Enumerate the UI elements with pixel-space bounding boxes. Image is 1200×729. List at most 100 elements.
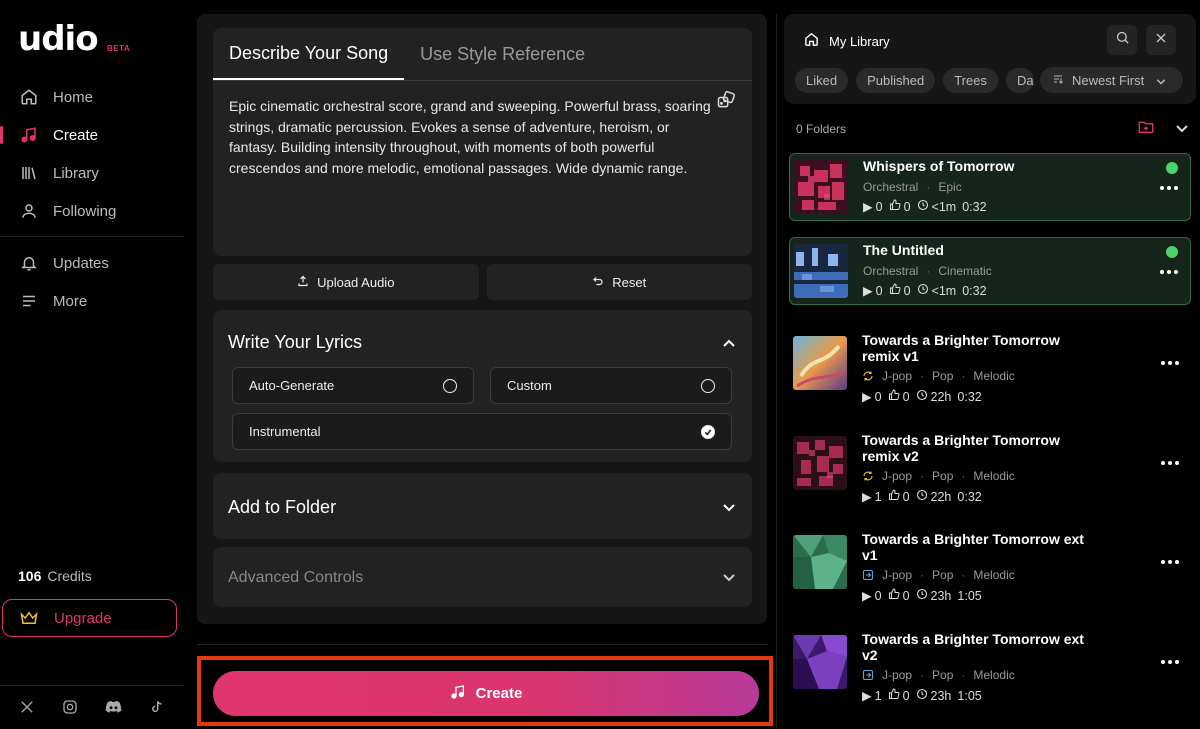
home-icon — [20, 88, 38, 106]
instagram-icon[interactable] — [61, 698, 79, 716]
search-button[interactable] — [1107, 25, 1137, 55]
library-track[interactable]: The Untitled Orchestral · Cinematic ▶ 0 0 … — [789, 237, 1191, 305]
x-icon[interactable] — [18, 698, 36, 716]
track-title[interactable]: The Untitled — [863, 242, 1093, 259]
extend-icon — [862, 669, 874, 681]
track-tag[interactable]: Pop — [932, 469, 953, 483]
radio-unchecked[interactable] — [443, 378, 457, 393]
track-tag[interactable]: Melodic — [973, 469, 1014, 483]
sort-dropdown[interactable]: Newest First — [1040, 67, 1183, 93]
chevron-down-icon[interactable] — [722, 501, 736, 515]
track-tag[interactable]: J-pop — [882, 668, 912, 682]
track-tag[interactable]: Pop — [932, 568, 953, 582]
lyrics-option-custom[interactable]: Custom — [490, 367, 732, 404]
track-tag[interactable]: J-pop — [882, 469, 912, 483]
upload-audio-button[interactable]: Upload Audio — [213, 264, 479, 300]
track-tags: Orchestral · Epic — [863, 180, 962, 194]
person-icon — [20, 202, 38, 220]
track-title[interactable]: Towards a Brighter Tomorrow remix v1 — [862, 332, 1092, 364]
more-options-icon[interactable] — [1161, 460, 1179, 466]
create-button[interactable]: Create — [213, 671, 759, 716]
new-folder-icon[interactable] — [1138, 120, 1154, 137]
more-options-icon[interactable] — [1161, 659, 1179, 665]
credits-count: 106 — [18, 568, 42, 584]
more-options-icon[interactable] — [1161, 559, 1179, 565]
lyrics-section: Write Your Lyrics Auto-Generate Custom I… — [213, 310, 752, 462]
filter-chip-trees[interactable]: Trees — [943, 68, 998, 93]
song-description-input[interactable]: Epic cinematic orchestral score, grand a… — [229, 96, 719, 178]
track-tag[interactable]: Epic — [938, 180, 961, 194]
more-options-icon[interactable] — [1161, 360, 1179, 366]
upgrade-button[interactable]: Upgrade — [2, 599, 177, 637]
track-tag[interactable]: Orchestral — [863, 180, 918, 194]
track-tag[interactable]: Melodic — [973, 568, 1014, 582]
reset-button[interactable]: Reset — [486, 264, 752, 300]
track-title[interactable]: Towards a Brighter Tomorrow ext v1 — [862, 531, 1092, 563]
sidebar-item-home[interactable]: Home — [0, 78, 185, 116]
sidebar-item-library[interactable]: Library — [0, 154, 185, 192]
lyrics-option-auto-generate[interactable]: Auto-Generate — [232, 367, 474, 404]
like-count[interactable]: 0 — [888, 489, 910, 504]
filter-chip-published[interactable]: Published — [856, 68, 936, 93]
play-count[interactable]: ▶ 0 — [862, 389, 882, 405]
tab-describe-your-song[interactable]: Describe Your Song — [213, 28, 405, 80]
more-options-icon[interactable] — [1160, 269, 1178, 275]
library-track[interactable]: Whispers of Tomorrow Orchestral · Epic ▶ 0… — [789, 153, 1191, 221]
play-count[interactable]: ▶ 1 — [862, 489, 882, 505]
track-tag[interactable]: Pop — [932, 369, 953, 383]
track-tag[interactable]: Melodic — [973, 668, 1014, 682]
chevron-down-icon[interactable] — [722, 571, 736, 585]
track-title[interactable]: Whispers of Tomorrow — [863, 158, 1093, 175]
play-count[interactable]: ▶ 0 — [862, 588, 882, 604]
library-track[interactable]: Towards a Brighter Tomorrow remix v2 J-p… — [789, 428, 1191, 504]
track-tag[interactable]: Cinematic — [938, 264, 991, 278]
tiktok-icon[interactable] — [147, 698, 165, 716]
lyrics-section-title[interactable]: Write Your Lyrics — [228, 332, 362, 353]
library-track[interactable]: Towards a Brighter Tomorrow ext v2 J-pop… — [789, 627, 1191, 703]
track-stats: ▶ 1 0 22h 0:32 — [862, 489, 982, 504]
sidebar-item-updates[interactable]: Updates — [0, 244, 185, 282]
chevron-up-icon[interactable] — [722, 336, 736, 350]
track-tag[interactable]: Pop — [932, 668, 953, 682]
play-count[interactable]: ▶ 1 — [862, 688, 882, 704]
chevron-down-icon[interactable] — [1176, 122, 1188, 136]
track-title[interactable]: Towards a Brighter Tomorrow remix v2 — [862, 432, 1092, 464]
radio-unchecked[interactable] — [701, 378, 715, 393]
like-count[interactable]: 0 — [889, 283, 911, 298]
library-filter-chips: Liked Published Trees Da — [795, 68, 1034, 93]
filter-chip-truncated[interactable]: Da — [1005, 68, 1034, 93]
udio-logo[interactable]: udio — [18, 22, 99, 56]
sidebar-item-following[interactable]: Following — [0, 192, 185, 230]
track-tag[interactable]: Orchestral — [863, 264, 918, 278]
discord-icon[interactable] — [104, 698, 122, 716]
track-tag[interactable]: J-pop — [882, 369, 912, 383]
like-count[interactable]: 0 — [888, 588, 910, 603]
sidebar-item-more[interactable]: More — [0, 282, 185, 320]
close-button[interactable] — [1146, 25, 1176, 55]
play-count[interactable]: ▶ 0 — [863, 283, 883, 299]
library-track[interactable]: Towards a Brighter Tomorrow remix v1 J-p… — [789, 328, 1191, 404]
chevron-down-icon — [1156, 73, 1166, 88]
sort-label: Newest First — [1072, 72, 1145, 88]
sidebar: udio BETA Home Create Library Following … — [0, 0, 185, 729]
tab-use-style-reference[interactable]: Use Style Reference — [404, 28, 601, 80]
track-stats: ▶ 0 0 23h 1:05 — [862, 588, 982, 603]
track-tag[interactable]: Melodic — [973, 369, 1014, 383]
like-count[interactable]: 0 — [888, 688, 910, 703]
sidebar-item-create[interactable]: Create — [0, 116, 185, 154]
like-count[interactable]: 0 — [888, 389, 910, 404]
folders-row: 0 Folders — [796, 120, 1188, 137]
library-track[interactable]: Towards a Brighter Tomorrow ext v1 J-pop… — [789, 527, 1191, 603]
lyrics-option-instrumental[interactable]: Instrumental — [232, 413, 732, 450]
random-prompt-icon[interactable] — [716, 90, 736, 110]
filter-chip-liked[interactable]: Liked — [795, 68, 849, 93]
track-title[interactable]: Towards a Brighter Tomorrow ext v2 — [862, 631, 1092, 663]
play-count[interactable]: ▶ 0 — [863, 199, 883, 215]
more-options-icon[interactable] — [1160, 185, 1178, 191]
like-count[interactable]: 0 — [889, 199, 911, 214]
advanced-controls-section[interactable]: Advanced Controls — [213, 547, 752, 607]
thumbs-up-icon — [888, 588, 900, 603]
track-tag[interactable]: J-pop — [882, 568, 912, 582]
radio-checked[interactable] — [701, 424, 715, 439]
add-to-folder-section[interactable]: Add to Folder — [213, 473, 752, 539]
